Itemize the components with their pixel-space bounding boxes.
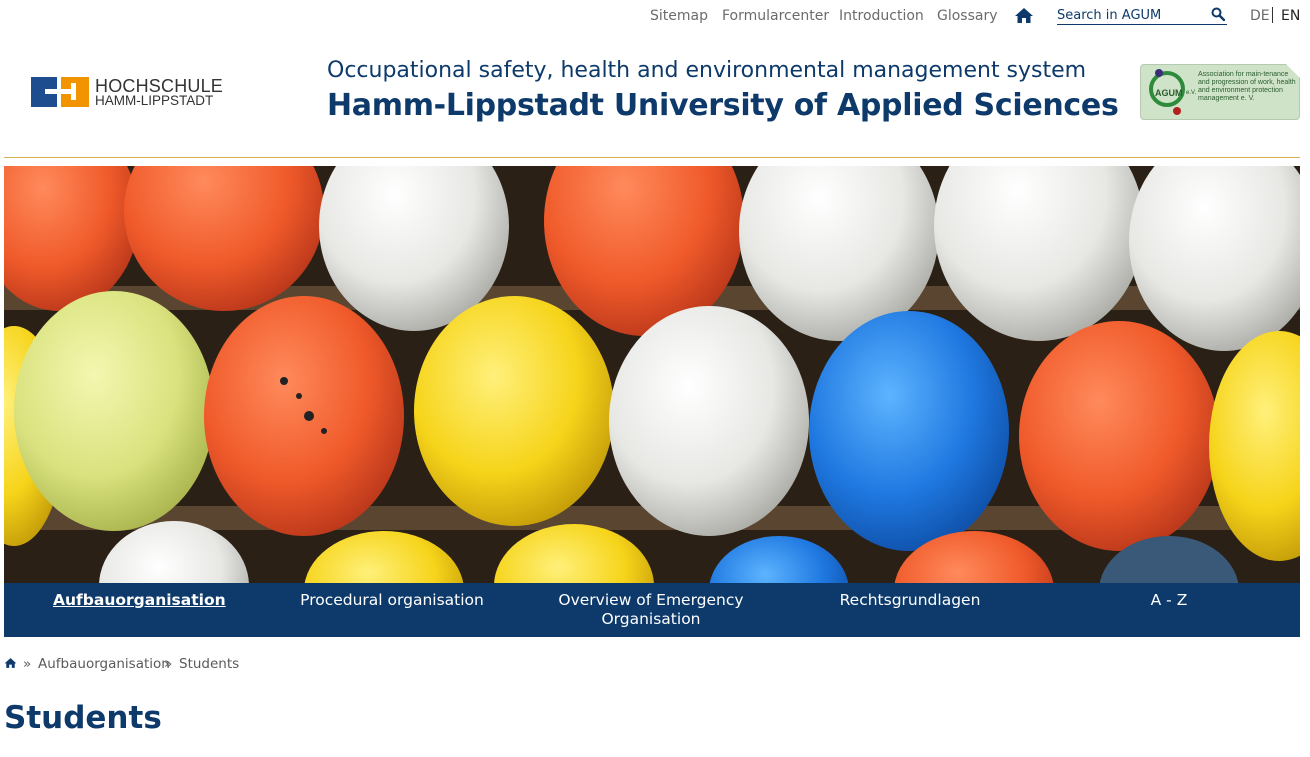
nav-procedural-organisation[interactable]: Procedural organisation: [290, 591, 494, 610]
header-divider: [4, 157, 1300, 158]
breadcrumb-separator: »: [23, 656, 32, 672]
search-icon[interactable]: [1211, 7, 1225, 21]
language-de-link[interactable]: DE: [1250, 8, 1270, 24]
main-navigation: Aufbauorganisation Procedural organisati…: [4, 583, 1300, 637]
hochschule-logo-mark-icon: [31, 77, 89, 107]
agum-name: AGUM: [1155, 88, 1183, 98]
site-title: Hamm-Lippstadt University of Applied Sci…: [327, 88, 1119, 123]
agum-dot-icon: [1173, 107, 1181, 115]
hero-image-hard-hats: [4, 166, 1300, 583]
nav-a-z[interactable]: A - Z: [1134, 591, 1204, 610]
agum-logo[interactable]: AGUM e.V. Association for main-tenance a…: [1140, 64, 1300, 120]
nav-overview-of-emergency-organisation[interactable]: Overview of Emergency Organisation: [551, 591, 751, 629]
search-input[interactable]: [1057, 6, 1207, 24]
formularcenter-link[interactable]: Formularcenter: [722, 8, 829, 24]
home-icon[interactable]: [4, 657, 17, 669]
agum-suffix: e.V.: [1186, 90, 1197, 96]
agum-dot-icon: [1155, 69, 1163, 77]
breadcrumb-item-aufbauorganisation[interactable]: Aufbauorganisation: [38, 656, 170, 672]
logo-text-line2: HAMM-LIPPSTADT: [95, 93, 214, 108]
home-icon[interactable]: [1014, 7, 1034, 24]
sitemap-link[interactable]: Sitemap: [650, 8, 708, 24]
agum-corner-fold: [1286, 64, 1300, 78]
language-separator: [1272, 7, 1273, 23]
search-box: [1057, 6, 1227, 25]
breadcrumb-item-current: Students: [179, 656, 240, 672]
top-navigation: Sitemap Formularcenter Introduction Glos…: [0, 0, 1310, 32]
introduction-link[interactable]: Introduction: [839, 8, 924, 24]
breadcrumb-separator: »: [164, 656, 173, 672]
hard-hats-illustration: [4, 166, 1300, 583]
language-en-link[interactable]: EN: [1281, 8, 1300, 24]
glossary-link[interactable]: Glossary: [937, 8, 998, 24]
nav-rechtsgrundlagen[interactable]: Rechtsgrundlagen: [830, 591, 990, 610]
hochschule-logo[interactable]: HOCHSCHULE HAMM-LIPPSTADT: [31, 76, 223, 108]
site-subtitle: Occupational safety, health and environm…: [327, 58, 1087, 83]
nav-aufbauorganisation[interactable]: Aufbauorganisation: [53, 591, 226, 610]
agum-description: Association for main-tenance and progres…: [1198, 71, 1296, 102]
page-title: Students: [4, 700, 162, 736]
